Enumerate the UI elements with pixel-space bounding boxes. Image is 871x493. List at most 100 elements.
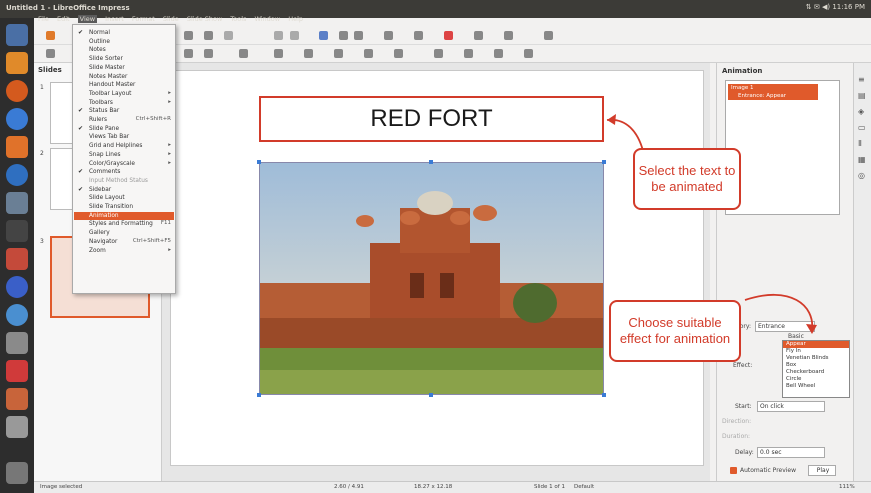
- align-icon[interactable]: [464, 49, 473, 58]
- category-select[interactable]: Entrance: [755, 321, 815, 332]
- master-slides-deck-icon[interactable]: ▭: [858, 123, 867, 132]
- red-fort-image[interactable]: [259, 162, 604, 395]
- settings-icon[interactable]: [6, 220, 28, 242]
- view-menu-item[interactable]: Slide Pane: [89, 125, 119, 133]
- menu-file[interactable]: File: [38, 15, 49, 23]
- screenshot-icon[interactable]: [6, 332, 28, 354]
- view-menu-item[interactable]: Slide Master: [89, 64, 125, 72]
- line-icon[interactable]: [184, 49, 193, 58]
- ellipse-icon[interactable]: [304, 49, 313, 58]
- trash-icon[interactable]: [6, 462, 28, 484]
- effect-option[interactable]: Appear: [783, 341, 849, 348]
- dash-icon[interactable]: [6, 24, 28, 46]
- effect-option[interactable]: Venetian Blinds: [783, 355, 849, 362]
- menu-window[interactable]: Window: [254, 15, 280, 23]
- animation-deck-icon[interactable]: ◈: [858, 107, 867, 116]
- menu-edit[interactable]: Edit: [57, 15, 70, 23]
- menu-format[interactable]: Format: [132, 15, 155, 23]
- find-icon[interactable]: [274, 31, 283, 40]
- selection-handle[interactable]: [257, 393, 261, 397]
- network-icon[interactable]: [6, 164, 28, 186]
- select-icon[interactable]: [46, 49, 55, 58]
- view-menu-item[interactable]: Outline: [89, 38, 110, 46]
- shadow-icon[interactable]: [494, 49, 503, 58]
- view-menu-item[interactable]: Views Tab Bar: [89, 133, 129, 141]
- view-menu-item[interactable]: Input Method Status: [89, 177, 148, 185]
- view-menu-item[interactable]: Toolbars: [89, 99, 113, 107]
- curve-icon[interactable]: [204, 49, 213, 58]
- slide-show-icon[interactable]: [504, 31, 513, 40]
- delay-field[interactable]: 0.0 sec: [757, 447, 825, 458]
- undo-icon[interactable]: [224, 31, 233, 40]
- slide-title-text[interactable]: RED FORT: [370, 105, 492, 133]
- start-select[interactable]: On click: [757, 401, 825, 412]
- tray-icons[interactable]: ⇅ ✉ ◀): [806, 3, 830, 11]
- gallery-deck-icon[interactable]: ▦: [858, 155, 867, 164]
- effect-option[interactable]: Bell Wheel: [783, 383, 849, 390]
- print-icon[interactable]: [204, 31, 213, 40]
- media-icon[interactable]: [6, 276, 28, 298]
- fontwork-icon[interactable]: [474, 31, 483, 40]
- view-menu-item[interactable]: Navigator: [89, 238, 117, 246]
- terminal-icon[interactable]: [6, 192, 28, 214]
- impress-icon[interactable]: [6, 388, 28, 410]
- selection-handle[interactable]: [257, 160, 261, 164]
- view-menu-item[interactable]: Notes: [89, 46, 106, 54]
- browser-icon[interactable]: [6, 108, 28, 130]
- display-grid-icon[interactable]: [319, 31, 328, 40]
- effect-option[interactable]: Circle: [783, 376, 849, 383]
- view-menu-item[interactable]: Comments: [89, 168, 120, 176]
- spelling-icon[interactable]: [290, 31, 299, 40]
- editor-icon[interactable]: [6, 416, 28, 438]
- table-icon[interactable]: [339, 31, 348, 40]
- styles-deck-icon[interactable]: Ⅱ: [858, 139, 867, 148]
- crop-icon[interactable]: [524, 49, 533, 58]
- software-center-icon[interactable]: [6, 136, 28, 158]
- play-button[interactable]: Play: [808, 465, 836, 476]
- firefox-icon[interactable]: [6, 80, 28, 102]
- view-menu-item[interactable]: Normal: [89, 29, 110, 37]
- menu-view[interactable]: View: [77, 15, 98, 23]
- game-icon[interactable]: [6, 248, 28, 270]
- anim-item-object[interactable]: Image 1: [728, 84, 818, 92]
- special-char-icon[interactable]: [444, 31, 453, 40]
- view-menu-item[interactable]: Animation: [89, 212, 119, 220]
- view-menu-item[interactable]: Handout Master: [89, 81, 135, 89]
- status-zoom[interactable]: 111%: [839, 484, 855, 490]
- selection-handle[interactable]: [429, 393, 433, 397]
- view-menu-item[interactable]: Status Bar: [89, 107, 119, 115]
- effect-option[interactable]: Box: [783, 362, 849, 369]
- menu-slide[interactable]: Slide: [163, 15, 179, 23]
- effect-list[interactable]: Appear Fly In Venetian Blinds Box Checke…: [782, 340, 850, 398]
- rotate-icon[interactable]: [434, 49, 443, 58]
- menu-help[interactable]: Help: [288, 15, 303, 23]
- view-menu-item[interactable]: Color/Grayscale: [89, 160, 135, 168]
- star-icon[interactable]: [364, 49, 373, 58]
- 3d-icon[interactable]: [394, 49, 403, 58]
- navigator-deck-icon[interactable]: ◎: [858, 171, 867, 180]
- view-menu-item[interactable]: Slide Transition: [89, 203, 133, 211]
- selection-handle[interactable]: [602, 160, 606, 164]
- rectangle-icon[interactable]: [274, 49, 283, 58]
- view-menu-item[interactable]: Gallery: [89, 229, 110, 237]
- new-icon[interactable]: [46, 31, 55, 40]
- chromium-icon[interactable]: [6, 304, 28, 326]
- properties-deck-icon[interactable]: ≡: [858, 75, 867, 84]
- menu-tools[interactable]: Tools: [230, 15, 246, 23]
- shapes-icon[interactable]: [334, 49, 343, 58]
- view-menu-item[interactable]: Notes Master: [89, 73, 127, 81]
- view-menu-item[interactable]: Toolbar Layout: [89, 90, 131, 98]
- view-menu-item[interactable]: Slide Layout: [89, 194, 125, 202]
- files-icon[interactable]: [6, 52, 28, 74]
- red-app-icon[interactable]: [6, 360, 28, 382]
- anim-item-effect[interactable]: Entrance: Appear: [728, 92, 818, 100]
- automatic-preview-checkbox[interactable]: [730, 467, 737, 474]
- system-tray[interactable]: ⇅ ✉ ◀) 11:16 PM: [806, 3, 865, 11]
- view-menu-item[interactable]: Zoom: [89, 247, 106, 255]
- view-menu-item[interactable]: Grid and Helplines: [89, 142, 142, 150]
- image-icon[interactable]: [354, 31, 363, 40]
- transition-deck-icon[interactable]: ▤: [858, 91, 867, 100]
- menu-slide-show[interactable]: Slide Show: [187, 15, 222, 23]
- new-slide-icon[interactable]: [544, 31, 553, 40]
- chart-icon[interactable]: [384, 31, 393, 40]
